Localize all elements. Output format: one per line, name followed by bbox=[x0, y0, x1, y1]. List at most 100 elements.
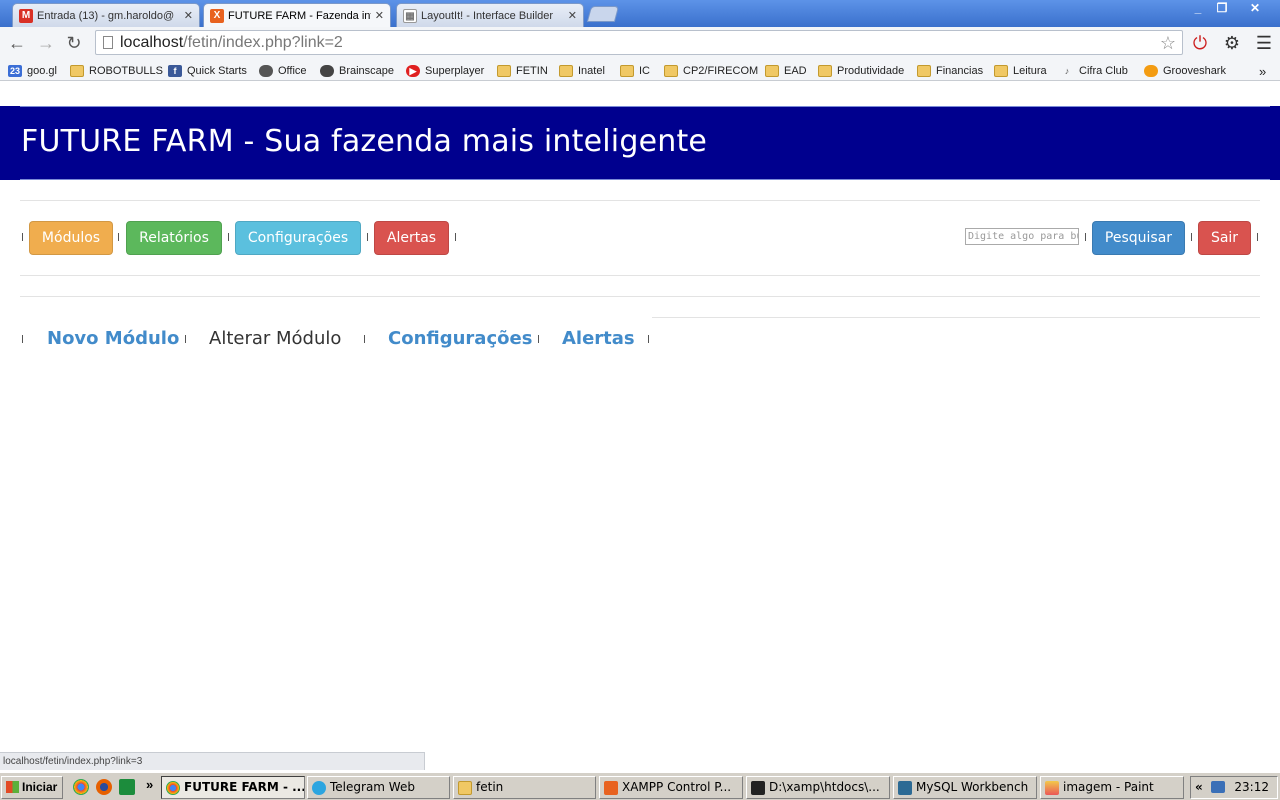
tab-gmail[interactable]: M Entrada (13) - gm.haroldo@ ✕ bbox=[12, 3, 200, 27]
close-icon[interactable]: ✕ bbox=[375, 9, 384, 22]
alterar-modulo-link[interactable]: Alterar Módulo bbox=[209, 328, 341, 349]
chrome-icon bbox=[166, 781, 180, 795]
search-input[interactable]: Digite algo para buscar bbox=[965, 228, 1079, 245]
bookmark-fetin[interactable]: FETIN bbox=[497, 63, 548, 79]
bookmark-ic[interactable]: IC bbox=[620, 63, 650, 79]
taskbar-item-future-farm[interactable]: FUTURE FARM - ... bbox=[161, 776, 305, 799]
folder-icon bbox=[70, 65, 84, 77]
bookmark-grooveshark[interactable]: Grooveshark bbox=[1144, 63, 1226, 79]
nav-separator bbox=[367, 233, 368, 241]
tab-layoutit[interactable]: ▦ LayoutIt! - Interface Builder ✕ bbox=[396, 3, 584, 27]
start-button[interactable]: Iniciar bbox=[1, 776, 63, 799]
alertas-link[interactable]: Alertas bbox=[562, 328, 635, 349]
mysql-icon bbox=[898, 781, 912, 795]
chrome-icon[interactable] bbox=[73, 779, 89, 795]
configuracoes-link[interactable]: Configurações bbox=[388, 328, 532, 349]
bookmark-brainscape[interactable]: Brainscape bbox=[320, 63, 394, 79]
taskbar-item-label: fetin bbox=[476, 780, 504, 794]
bookmark-star-icon[interactable]: ☆ bbox=[1160, 32, 1176, 55]
configuracoes-button[interactable]: Configurações bbox=[235, 221, 361, 255]
page-content: FUTURE FARM - Sua fazenda mais inteligen… bbox=[0, 82, 1280, 752]
subnav-separator bbox=[364, 335, 365, 343]
calendar-icon: 23 bbox=[8, 65, 22, 77]
taskbar-item-xampp[interactable]: XAMPP Control P... bbox=[599, 776, 743, 799]
taskbar-item-label: D:\xamp\htdocs\... bbox=[769, 780, 880, 794]
bookmark-ead[interactable]: EAD bbox=[765, 63, 807, 79]
gear-icon[interactable]: ⚙ bbox=[1221, 33, 1243, 53]
subnav-separator bbox=[538, 335, 539, 343]
app-icon[interactable] bbox=[119, 779, 135, 795]
reload-icon[interactable]: ↻ bbox=[63, 33, 85, 53]
bookmark-label: Inatel bbox=[578, 65, 605, 77]
folder-icon bbox=[664, 65, 678, 77]
tab-future-farm[interactable]: X FUTURE FARM - Fazenda int ✕ bbox=[203, 3, 391, 27]
close-icon[interactable]: ✕ bbox=[184, 9, 193, 22]
bookmark-label: Produtividade bbox=[837, 65, 905, 77]
window-close-icon[interactable]: ✕ bbox=[1240, 0, 1270, 18]
folder-icon bbox=[994, 65, 1008, 77]
adblock-icon[interactable]: ⏻ bbox=[1189, 33, 1211, 53]
taskbar-item-label: FUTURE FARM - ... bbox=[184, 780, 305, 794]
forward-icon[interactable]: → bbox=[35, 33, 57, 53]
alertas-button[interactable]: Alertas bbox=[374, 221, 449, 255]
bookmark-superplayer[interactable]: ▶ Superplayer bbox=[406, 63, 484, 79]
bookmark-quick-starts[interactable]: f Quick Starts bbox=[168, 63, 247, 79]
bookmark-googl[interactable]: 23 goo.gl bbox=[8, 63, 57, 79]
brainscape-icon bbox=[320, 65, 334, 77]
taskbar-item-label: MySQL Workbench bbox=[916, 780, 1029, 794]
taskbar-item-paint[interactable]: imagem - Paint bbox=[1040, 776, 1184, 799]
bookmark-label: IC bbox=[639, 65, 650, 77]
taskbar-item-fetin[interactable]: fetin bbox=[453, 776, 596, 799]
apple-icon bbox=[259, 65, 273, 77]
bookmark-label: Office bbox=[278, 65, 307, 77]
bookmark-cp2-firecom[interactable]: CP2/FIRECOM bbox=[664, 63, 758, 79]
firefox-icon[interactable] bbox=[96, 779, 112, 795]
relatorios-button[interactable]: Relatórios bbox=[126, 221, 222, 255]
restore-icon[interactable]: ❐ bbox=[1208, 0, 1236, 18]
bookmark-leitura[interactable]: Leitura bbox=[994, 63, 1047, 79]
bookmark-inatel[interactable]: Inatel bbox=[559, 63, 605, 79]
folder-icon bbox=[559, 65, 573, 77]
divider bbox=[652, 317, 1260, 318]
novo-modulo-link[interactable]: Novo Módulo bbox=[47, 328, 179, 349]
divider bbox=[20, 296, 1260, 297]
folder-icon bbox=[458, 781, 472, 795]
quicklaunch-overflow-button[interactable]: » bbox=[146, 777, 153, 792]
close-icon[interactable]: ✕ bbox=[568, 9, 577, 22]
back-icon[interactable]: ← bbox=[6, 33, 28, 53]
bookmark-cifra-club[interactable]: ♪ Cifra Club bbox=[1060, 63, 1128, 79]
bookmark-produtividade[interactable]: Produtividade bbox=[818, 63, 904, 79]
taskbar-item-mysql[interactable]: MySQL Workbench bbox=[893, 776, 1037, 799]
bookmark-label: CP2/FIRECOM bbox=[683, 65, 759, 77]
taskbar-item-terminal[interactable]: D:\xamp\htdocs\... bbox=[746, 776, 890, 799]
sair-button[interactable]: Sair bbox=[1198, 221, 1251, 255]
nav-separator bbox=[228, 233, 229, 241]
taskbar-item-label: XAMPP Control P... bbox=[622, 780, 732, 794]
address-host: localhost bbox=[120, 34, 184, 51]
tray-expand-button[interactable]: « bbox=[1195, 777, 1203, 798]
menu-icon[interactable]: ☰ bbox=[1253, 33, 1275, 53]
pesquisar-button[interactable]: Pesquisar bbox=[1092, 221, 1185, 255]
superplayer-icon: ▶ bbox=[406, 65, 420, 77]
windows-logo-icon bbox=[6, 781, 19, 793]
modulos-button[interactable]: Módulos bbox=[29, 221, 113, 255]
bookmark-label: Leitura bbox=[1013, 65, 1047, 77]
bookmark-label: EAD bbox=[784, 65, 807, 77]
bookmark-label: Superplayer bbox=[425, 65, 485, 77]
address-bar[interactable]: localhost/fetin/index.php?link=2 ☆ bbox=[95, 30, 1183, 55]
status-bar: localhost/fetin/index.php?link=3 bbox=[0, 752, 425, 770]
header-bottom-line bbox=[20, 179, 1270, 180]
bookmark-label: Grooveshark bbox=[1163, 65, 1226, 77]
taskbar: Iniciar » FUTURE FARM - ... Telegram Web… bbox=[0, 772, 1280, 800]
nav-separator bbox=[22, 233, 23, 241]
bookmarks-overflow-button[interactable]: » bbox=[1259, 63, 1266, 79]
taskbar-item-telegram[interactable]: Telegram Web bbox=[307, 776, 450, 799]
bookmark-office[interactable]: Office bbox=[259, 63, 307, 79]
bookmark-financias[interactable]: Financias bbox=[917, 63, 983, 79]
tab-title: LayoutIt! - Interface Builder bbox=[421, 9, 554, 22]
new-tab-button[interactable] bbox=[586, 6, 620, 22]
bookmark-label: ROBOTBULLS bbox=[89, 65, 163, 77]
network-icon[interactable] bbox=[1211, 781, 1225, 793]
bookmark-robotbulls[interactable]: ROBOTBULLS bbox=[70, 63, 163, 79]
divider bbox=[20, 275, 1260, 276]
